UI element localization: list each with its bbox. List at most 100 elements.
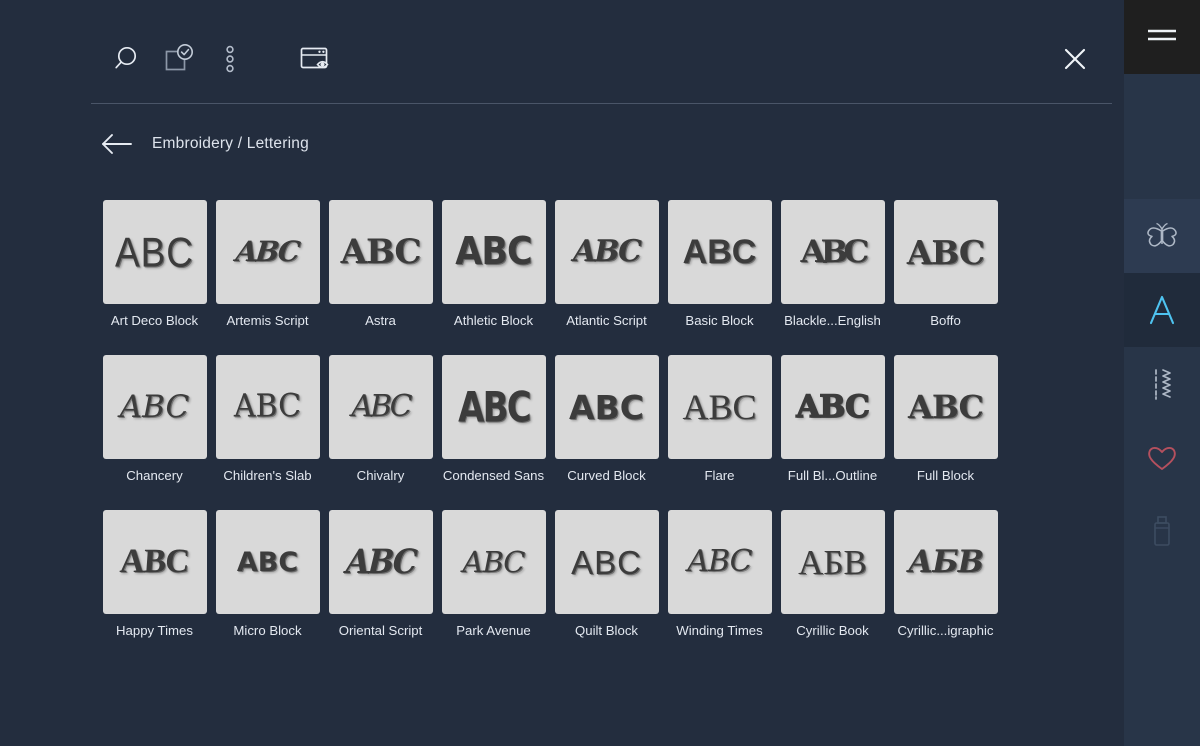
font-sample-text: ABC	[233, 388, 302, 425]
font-preview: ABC	[893, 355, 998, 459]
font-sample-text: ABC	[569, 387, 644, 427]
font-name-label: Athletic Block	[453, 313, 534, 328]
font-sample-text: АБВ	[908, 543, 984, 580]
font-name-label: Astra	[365, 313, 396, 328]
font-preview: ABC	[102, 510, 207, 614]
font-preview: ABC	[102, 355, 207, 459]
font-tile[interactable]: ABC Happy Times	[98, 510, 211, 638]
font-name-label: Curved Block	[567, 468, 646, 483]
breadcrumb: Embroidery / Lettering	[100, 124, 309, 164]
search-icon	[115, 46, 137, 69]
preview-window-button[interactable]	[290, 33, 342, 85]
font-preview: ABC	[215, 200, 320, 304]
font-name-label: Atlantic Script	[566, 313, 647, 328]
font-tile[interactable]: ABC Micro Block	[211, 510, 324, 638]
menu-button[interactable]	[1124, 0, 1200, 74]
font-tile[interactable]: ABC Full Block	[889, 355, 1002, 483]
rail-item-stitches[interactable]	[1124, 347, 1200, 421]
font-tile[interactable]: ABC Children's Slab	[211, 355, 324, 483]
font-tile[interactable]: ABC Chancery	[98, 355, 211, 483]
toolbar-icon-group	[100, 33, 342, 85]
font-tile[interactable]: ABC Flare	[663, 355, 776, 483]
font-preview: ABC	[667, 200, 772, 304]
font-sample-text: ABC	[118, 543, 191, 580]
select-confirm-button[interactable]	[152, 33, 204, 85]
font-sample-text: ABC	[682, 233, 757, 271]
font-sample-text: ABC	[340, 232, 422, 272]
app-root: Embroidery / Lettering ABC Art Deco Block…	[0, 0, 1200, 746]
font-sample-text: ABC	[800, 233, 870, 270]
font-sample-text: ABC	[687, 544, 752, 579]
rail-item-designs[interactable]	[1124, 199, 1200, 273]
font-preview: ABC	[441, 200, 546, 304]
font-preview: ABC	[780, 200, 885, 304]
font-preview: ABC	[780, 355, 885, 459]
font-tile[interactable]: АБВ Cyrillic Book	[776, 510, 889, 638]
font-tile[interactable]: ABC Astra	[324, 200, 437, 328]
font-sample-text: ABC	[572, 234, 642, 269]
toolbar	[0, 0, 1124, 104]
font-tile[interactable]: ABC Oriental Script	[324, 510, 437, 638]
font-name-label: Oriental Script	[338, 623, 423, 638]
font-tile[interactable]: ABC Winding Times	[663, 510, 776, 638]
more-options-icon	[226, 45, 234, 73]
font-name-label: Chancery	[126, 468, 183, 483]
right-rail	[1124, 0, 1200, 746]
preview-window-icon	[300, 47, 329, 69]
font-tile[interactable]: ABC Park Avenue	[437, 510, 550, 638]
font-name-label: Quilt Block	[574, 623, 639, 638]
main-panel: Embroidery / Lettering ABC Art Deco Block…	[0, 0, 1124, 746]
font-preview: ABC	[554, 355, 659, 459]
font-tile[interactable]: АБВ Cyrillic...igraphic	[889, 510, 1002, 638]
font-name-label: Full Block	[916, 468, 975, 483]
font-preview: ABC	[441, 355, 546, 459]
font-tile[interactable]: ABC Art Deco Block	[98, 200, 211, 328]
search-button[interactable]	[100, 33, 152, 85]
font-tile[interactable]: ABC Full Bl...Outline	[776, 355, 889, 483]
font-tile[interactable]: ABC Athletic Block	[437, 200, 550, 328]
font-sample-text: ABC	[462, 544, 526, 579]
font-name-label: Cyrillic Book	[796, 623, 869, 638]
breadcrumb-path[interactable]: Embroidery / Lettering	[152, 135, 309, 153]
font-sample-text: ABC	[455, 229, 532, 274]
font-preview: ABC	[215, 510, 320, 614]
font-name-label: Flare	[704, 468, 735, 483]
font-tile[interactable]: ABC Basic Block	[663, 200, 776, 328]
rail-item-lettering[interactable]	[1124, 273, 1200, 347]
font-tile[interactable]: ABC Boffo	[889, 200, 1002, 328]
font-sample-text: ABC	[906, 232, 985, 272]
font-sample-text: ABC	[571, 543, 642, 581]
font-preview: ABC	[667, 510, 772, 614]
font-name-label: Cyrillic...igraphic	[897, 623, 994, 638]
font-tile[interactable]: ABC Curved Block	[550, 355, 663, 483]
font-tile[interactable]: ABC Condensed Sans	[437, 355, 550, 483]
font-preview: ABC	[441, 510, 546, 614]
font-tile[interactable]: ABC Chivalry	[324, 355, 437, 483]
arrow-left-icon	[102, 134, 132, 154]
close-button[interactable]	[1049, 33, 1101, 85]
font-tile[interactable]: ABC Artemis Script	[211, 200, 324, 328]
rail-item-usb[interactable]	[1124, 495, 1200, 569]
font-sample-text: ABC	[344, 542, 417, 581]
more-options-button[interactable]	[204, 33, 256, 85]
font-tile[interactable]: ABC Blackle...English	[776, 200, 889, 328]
font-tile[interactable]: ABC Atlantic Script	[550, 200, 663, 328]
font-name-label: Condensed Sans	[442, 468, 545, 483]
font-tile[interactable]: ABC Quilt Block	[550, 510, 663, 638]
font-sample-text: ABC	[119, 388, 190, 425]
stitches-icon	[1155, 369, 1171, 400]
letter-a-icon	[1149, 295, 1175, 325]
font-sample-text: АБВ	[798, 542, 867, 582]
font-name-label: Park Avenue	[456, 623, 531, 638]
font-name-label: Micro Block	[233, 623, 302, 638]
font-preview: ABC	[328, 355, 433, 459]
font-grid: ABC Art Deco Block ABC Artemis Script ABC Ast…	[98, 200, 1112, 665]
font-preview: ABC	[215, 355, 320, 459]
font-preview: ABC	[554, 510, 659, 614]
rail-item-favorites[interactable]	[1124, 421, 1200, 495]
font-sample-text: ABC	[236, 546, 299, 578]
hamburger-icon	[1148, 29, 1176, 41]
back-button[interactable]	[100, 129, 134, 159]
font-preview: АБВ	[893, 510, 998, 614]
font-preview: ABC	[667, 355, 772, 459]
